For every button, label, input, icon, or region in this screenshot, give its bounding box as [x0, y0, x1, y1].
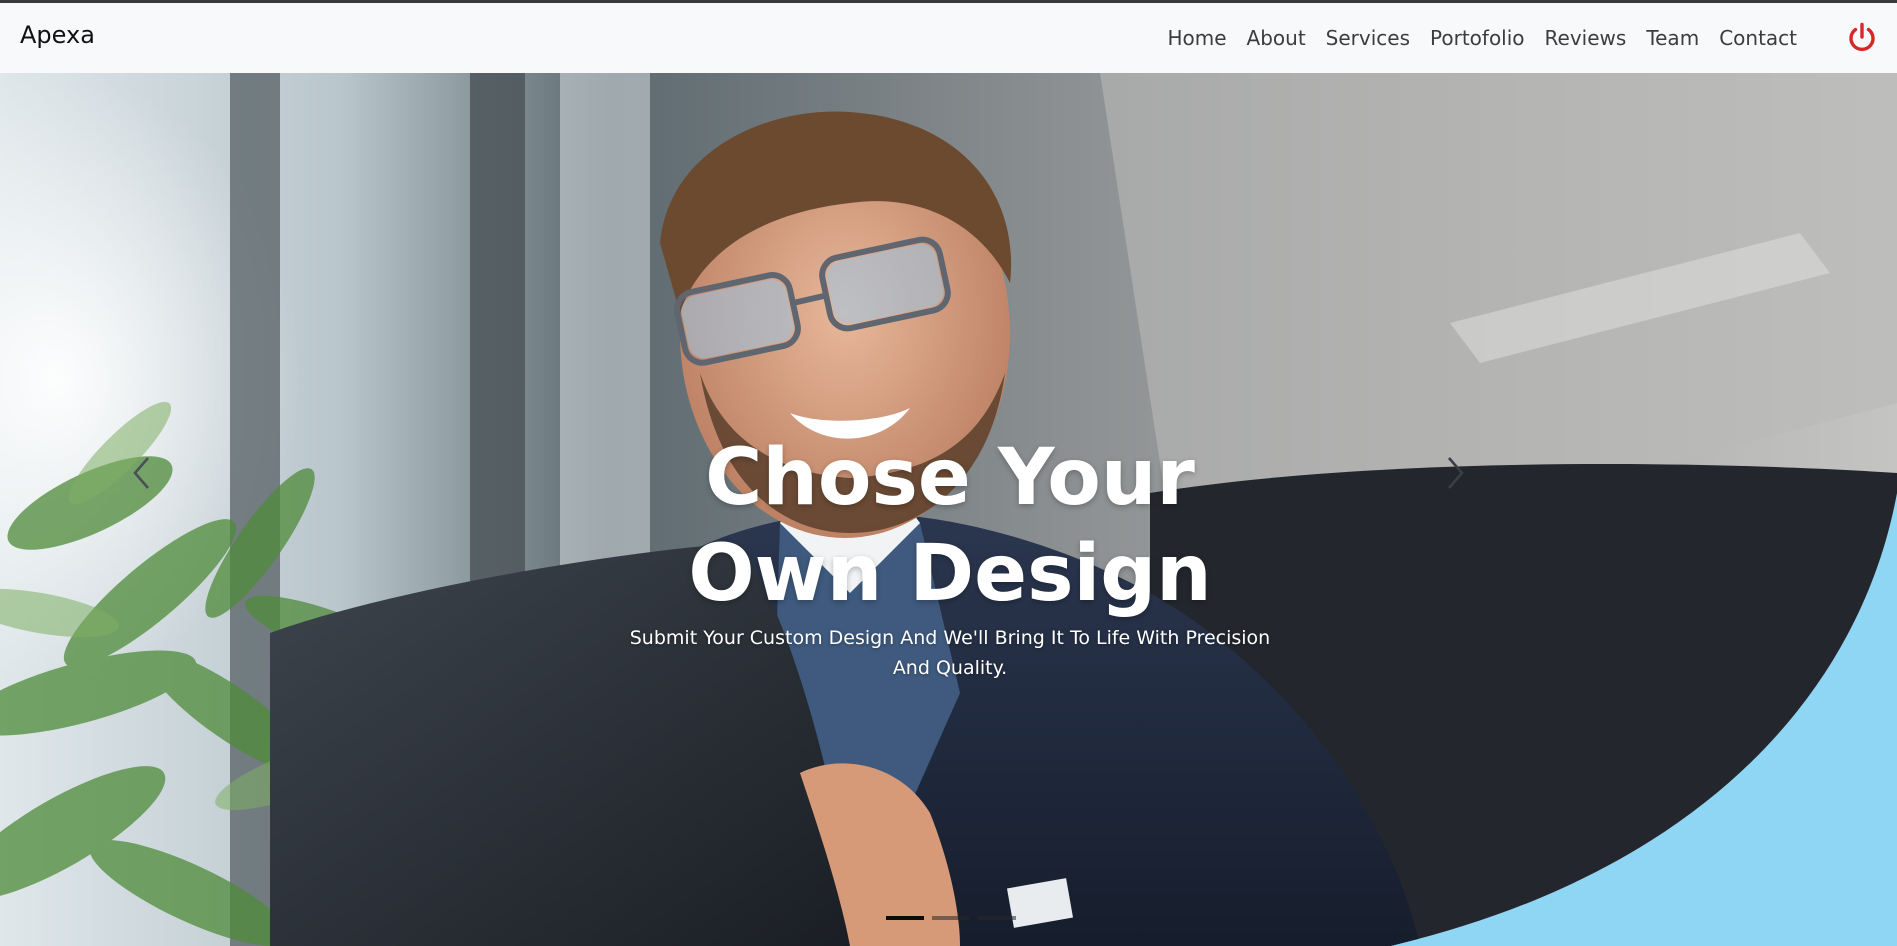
brand-logo[interactable]: Apexa — [20, 21, 95, 49]
nav-link-portofolio[interactable]: Portofolio — [1420, 26, 1535, 50]
nav-link-reviews[interactable]: Reviews — [1535, 26, 1637, 50]
nav-link-services[interactable]: Services — [1316, 26, 1420, 50]
power-button[interactable] — [1845, 21, 1879, 55]
chevron-left-icon — [133, 457, 149, 489]
nav-link-home[interactable]: Home — [1157, 26, 1236, 50]
carousel-indicator-2[interactable] — [932, 916, 970, 920]
carousel-indicator-3[interactable] — [978, 916, 1016, 920]
carousel-indicators — [886, 916, 1016, 920]
nav-link-team[interactable]: Team — [1636, 26, 1709, 50]
chevron-right-icon — [1448, 457, 1464, 489]
nav-link-contact[interactable]: Contact — [1709, 26, 1807, 50]
navbar: Apexa Home About Services Portofolio Rev… — [0, 3, 1897, 73]
carousel-prev-button[interactable] — [115, 443, 175, 503]
nav-link-about[interactable]: About — [1237, 26, 1316, 50]
carousel-indicator-1[interactable] — [886, 916, 924, 920]
hero-carousel: Chose Your Own Design Submit Your Custom… — [0, 73, 1897, 946]
power-icon — [1849, 22, 1875, 52]
carousel-next-button[interactable] — [1422, 443, 1482, 503]
nav-links: Home About Services Portofolio Reviews T… — [1157, 3, 1807, 73]
hero-image — [0, 73, 1897, 946]
